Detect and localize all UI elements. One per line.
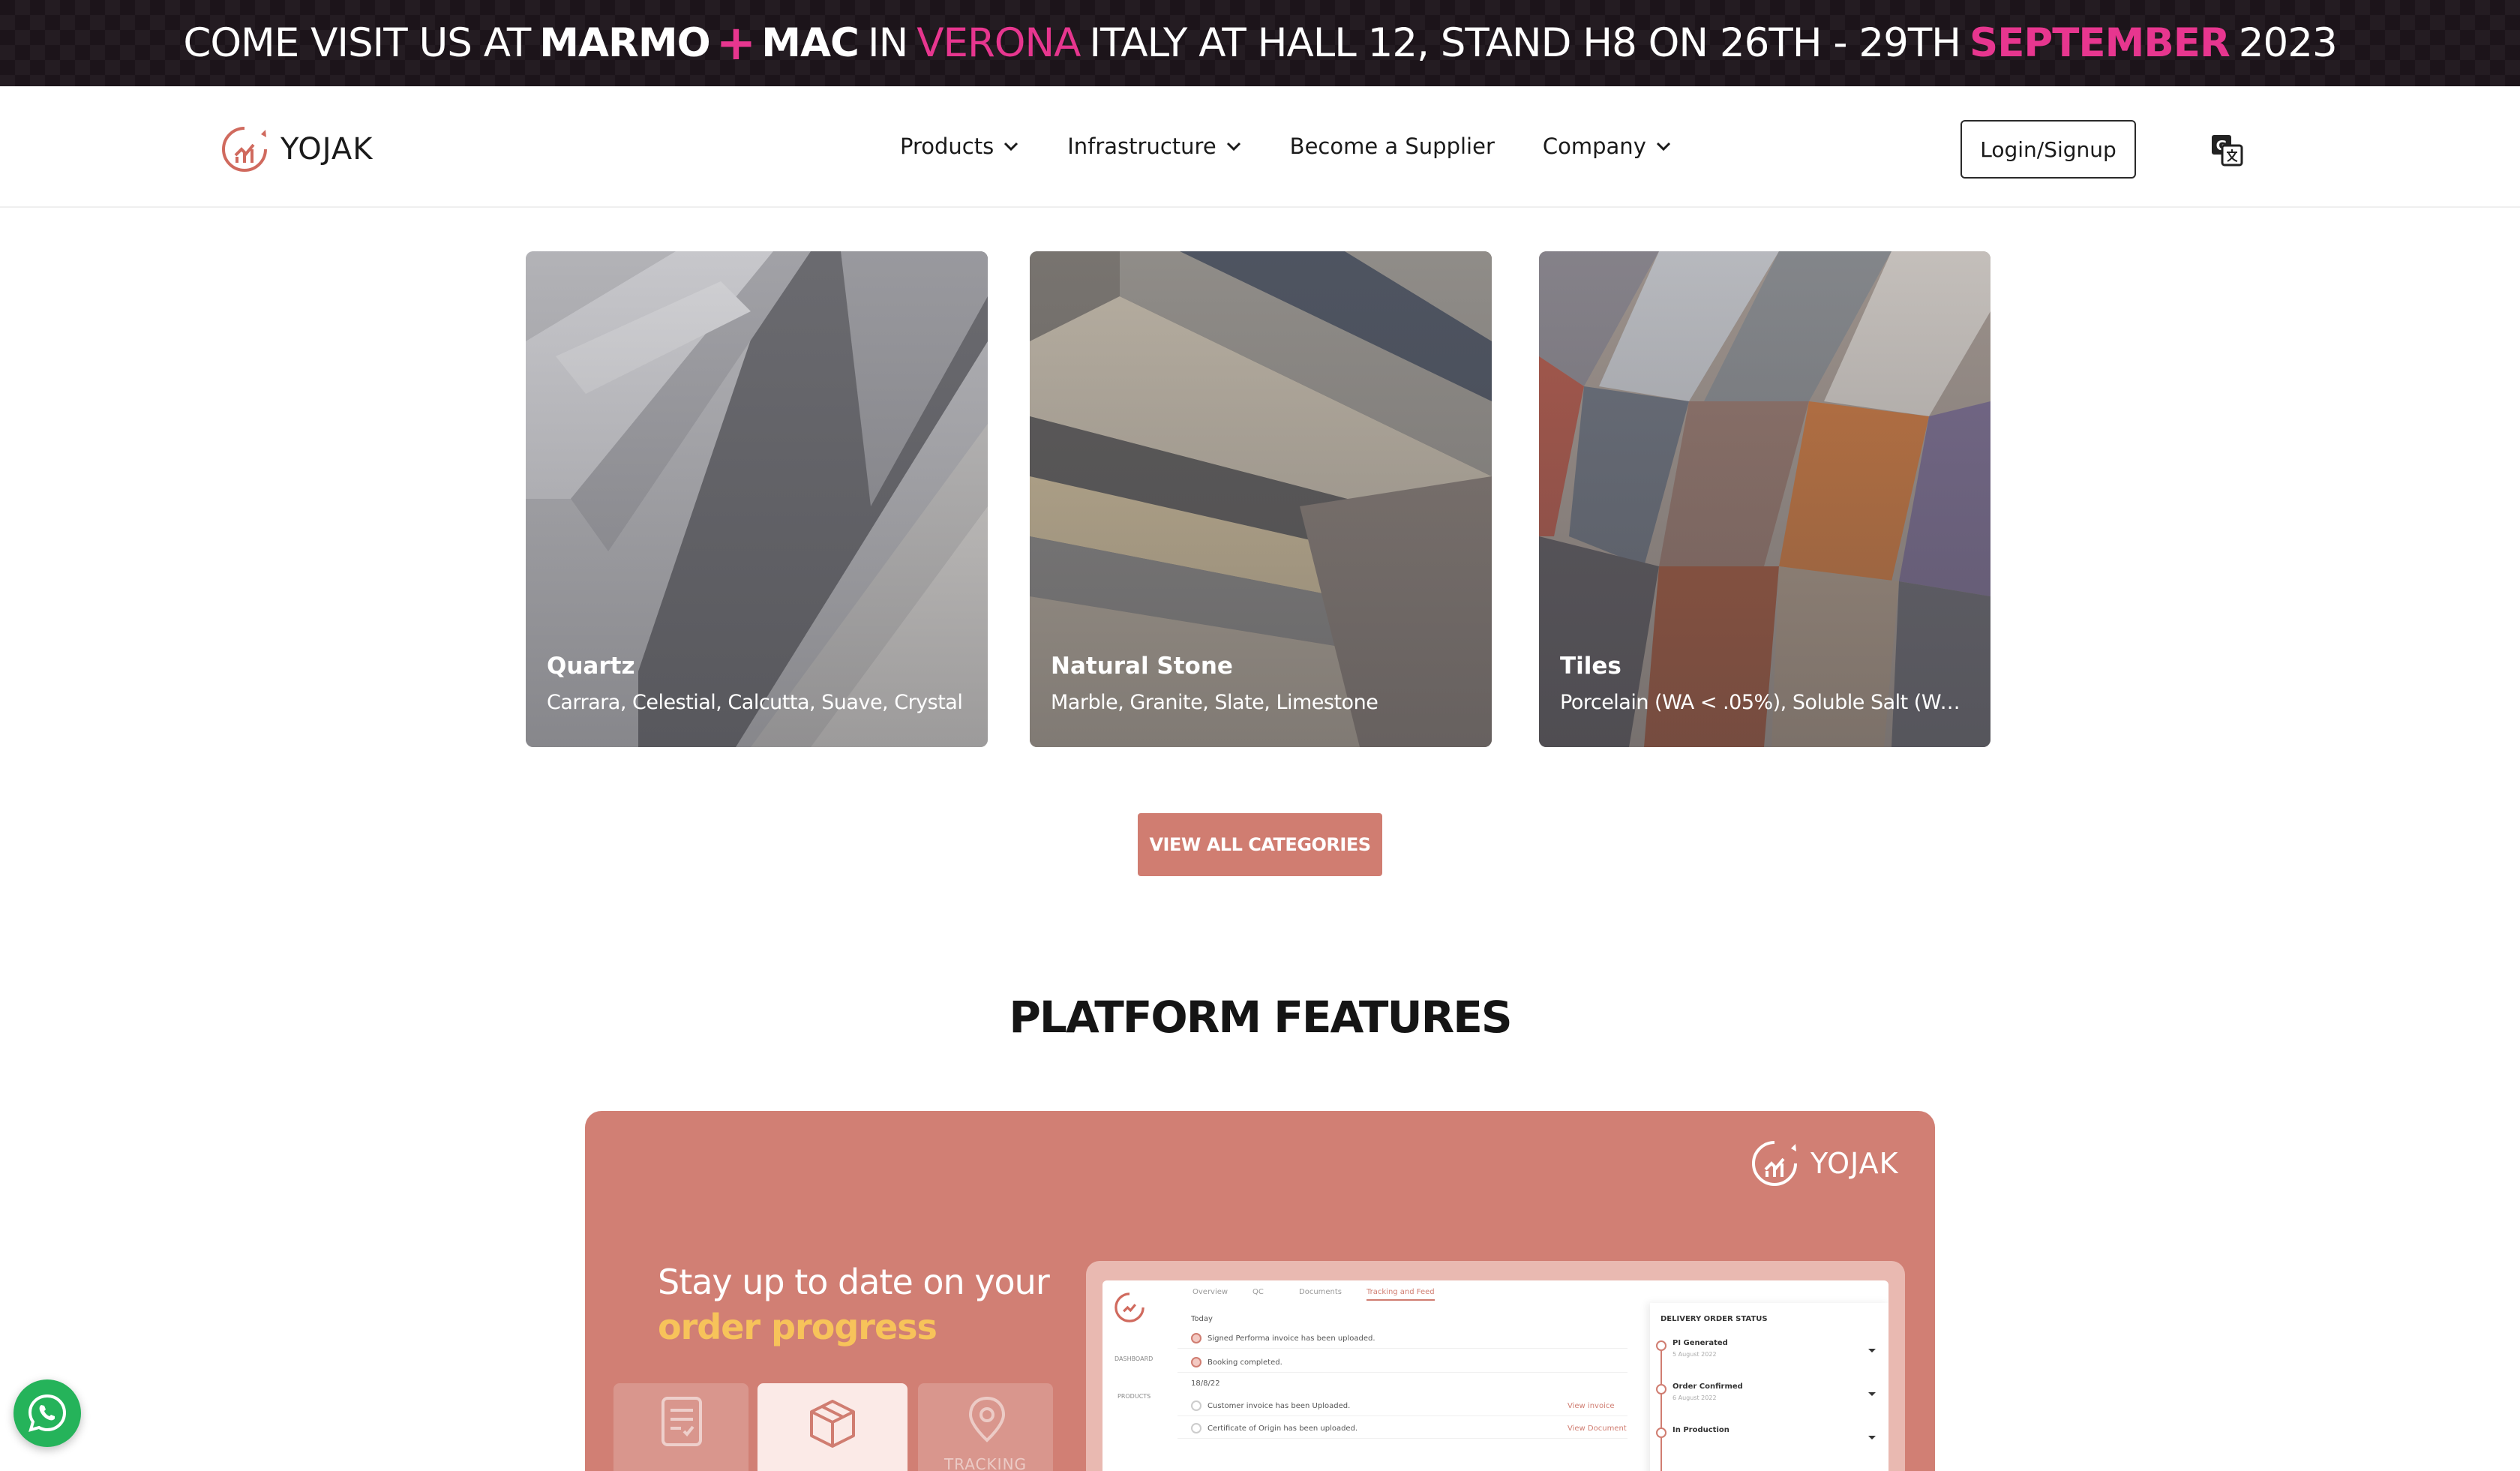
banner-city: VERONA xyxy=(916,20,1081,66)
package-icon xyxy=(810,1400,855,1448)
nav-become-supplier-label: Become a Supplier xyxy=(1289,134,1495,159)
yojak-logo-icon xyxy=(222,127,267,172)
mini-today: Today xyxy=(1191,1315,1213,1323)
category-card-tiles[interactable]: Tiles Porcelain (WA < .05%), Soluble Sal… xyxy=(1539,251,1990,747)
translate-icon[interactable]: G xyxy=(2210,133,2244,167)
feature-heading-line1: Stay up to date on your xyxy=(658,1262,1050,1302)
feature-tab-invoice[interactable] xyxy=(614,1383,748,1471)
category-card-natural-stone[interactable]: Natural Stone Marble, Granite, Slate, Li… xyxy=(1030,251,1492,747)
feature-panel: YOJAK Stay up to date on your order prog… xyxy=(585,1111,1935,1471)
nav-become-supplier[interactable]: Become a Supplier xyxy=(1290,134,1495,159)
banner-year: 2023 xyxy=(2238,20,2338,66)
main-nav: Products Infrastructure Become a Supplie… xyxy=(900,86,1720,206)
login-signup-button[interactable]: Login/Signup xyxy=(1960,120,2136,179)
banner-brand-mac: MAC xyxy=(761,20,860,66)
timeline-line xyxy=(1660,1340,1662,1471)
nav-products[interactable]: Products xyxy=(900,134,1019,159)
mini-tab-documents: Documents xyxy=(1299,1288,1342,1296)
feature-tab-tracking[interactable]: TRACKING xyxy=(918,1383,1053,1471)
chevron-down-icon xyxy=(1868,1392,1876,1396)
timeline-dot xyxy=(1656,1427,1666,1438)
chevron-down-icon xyxy=(1004,142,1018,152)
category-subtitle: Marble, Granite, Slate, Limestone xyxy=(1051,691,1378,714)
mini-tab-overview: Overview xyxy=(1192,1288,1228,1296)
side-nav-products: PRODUCTS xyxy=(1118,1393,1151,1400)
yojak-logo-icon xyxy=(1752,1141,1797,1186)
chevron-down-icon xyxy=(1226,142,1240,152)
mini-row: Booking completed. xyxy=(1178,1354,1628,1373)
site-logo[interactable]: YOJAK xyxy=(219,124,373,175)
invoice-icon xyxy=(662,1397,702,1446)
banner-text-in: IN xyxy=(867,20,908,66)
announcement-banner: COME VISIT US AT MARMO + MAC IN VERONA I… xyxy=(0,0,2520,86)
nav-company[interactable]: Company xyxy=(1543,134,1672,159)
app-window-preview: DASHBOARD PRODUCTS Overview QC Documents… xyxy=(1102,1280,1888,1471)
banner-text: COME VISIT US AT xyxy=(183,20,531,66)
category-subtitle: Carrara, Celestial, Calcutta, Suave, Cry… xyxy=(547,691,963,714)
timeline-dot xyxy=(1656,1340,1666,1351)
site-header: YOJAK Products Infrastructure Become a S… xyxy=(0,86,2520,208)
mini-row: Certificate of Origin has been uploaded.… xyxy=(1178,1420,1628,1439)
nav-infrastructure[interactable]: Infrastructure xyxy=(1067,134,1241,159)
chevron-down-icon xyxy=(1656,142,1670,152)
banner-plus: + xyxy=(716,15,757,71)
feature-heading-highlight: order progress xyxy=(658,1307,938,1347)
chevron-down-icon xyxy=(1868,1436,1876,1439)
category-card-quartz[interactable]: Quartz Carrara, Celestial, Calcutta, Sua… xyxy=(526,251,988,747)
delivery-status-panel: DELIVERY ORDER STATUS PI Generated 5 Aug… xyxy=(1650,1303,1888,1471)
whatsapp-chat-button[interactable] xyxy=(14,1379,81,1447)
banner-month: SEPTEMBER xyxy=(1970,20,2230,66)
nav-infrastructure-label: Infrastructure xyxy=(1067,134,1216,159)
feature-tab-package[interactable] xyxy=(758,1383,908,1471)
timeline-dot xyxy=(1656,1384,1666,1394)
mini-row: Customer invoice has been Uploaded. View… xyxy=(1178,1397,1628,1416)
mini-row: Signed Performa invoice has been uploade… xyxy=(1178,1330,1628,1349)
tab-label: TRACKING xyxy=(944,1455,1028,1471)
feature-heading: Stay up to date on your order progress xyxy=(658,1259,1050,1349)
category-subtitle: Porcelain (WA < .05%), Soluble Salt (WA … xyxy=(1560,691,1970,714)
whatsapp-icon xyxy=(28,1394,67,1432)
product-screenshot: DASHBOARD PRODUCTS Overview QC Documents… xyxy=(1086,1261,1905,1471)
category-title: Tiles xyxy=(1560,653,1622,680)
mini-tab-qc: QC xyxy=(1252,1288,1264,1296)
view-all-categories-button[interactable]: VIEW ALL CATEGORIES xyxy=(1138,813,1382,876)
location-pin-icon xyxy=(968,1396,1006,1442)
logo-text: YOJAK xyxy=(280,132,374,167)
side-nav-dashboard: DASHBOARD xyxy=(1114,1355,1154,1362)
panel-logo-text: YOJAK xyxy=(1810,1147,1899,1180)
panel-logo: YOJAK xyxy=(1749,1138,1899,1189)
category-title: Quartz xyxy=(547,653,635,680)
nav-products-label: Products xyxy=(900,134,994,159)
yojak-logo-icon xyxy=(1114,1292,1144,1322)
banner-details: ITALY AT HALL 12, STAND H8 ON 26TH - 29T… xyxy=(1089,20,1961,66)
banner-brand-marmo: MARMO xyxy=(539,20,710,66)
status-title: DELIVERY ORDER STATUS xyxy=(1660,1315,1768,1323)
chevron-down-icon xyxy=(1868,1349,1876,1352)
section-title: PLATFORM FEATURES xyxy=(1009,992,1512,1043)
mini-tab-tracking: Tracking and Feed xyxy=(1366,1288,1435,1301)
nav-company-label: Company xyxy=(1542,134,1646,159)
category-title: Natural Stone xyxy=(1051,653,1233,680)
mini-date: 18/8/22 xyxy=(1191,1379,1220,1388)
